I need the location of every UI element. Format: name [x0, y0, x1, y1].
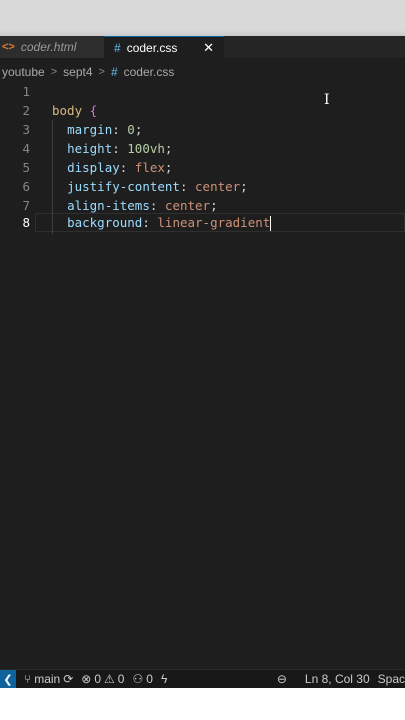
css-property: height — [67, 141, 113, 156]
chevron-right-icon: > — [98, 66, 105, 78]
branch-name: main — [34, 672, 61, 686]
code-line: 6 justify-content: center; — [0, 177, 405, 196]
css-value: linear-gradient — [157, 214, 271, 230]
css-property: display — [67, 160, 120, 175]
css-value: center — [195, 179, 241, 194]
css-value: center — [164, 198, 211, 213]
indentation-indicator[interactable]: Spac — [378, 672, 405, 686]
error-count: 0 — [94, 672, 102, 686]
line-number: 1 — [22, 84, 30, 99]
code-line: 1 — [0, 82, 405, 101]
css-property: align-items — [67, 198, 150, 213]
error-icon: ⊗ — [81, 672, 92, 686]
broadcast-icon: ⚇ — [132, 672, 144, 686]
css-value: 0 — [127, 122, 135, 137]
code-editor[interactable]: 1 2 body { 3 margin: 0; 4 height: 100vh;… — [0, 82, 405, 667]
css-file-icon: # — [114, 40, 121, 55]
chevron-right-icon: > — [50, 66, 58, 78]
line-number: 5 — [22, 160, 30, 175]
code-line: 2 body { — [0, 101, 405, 120]
html-file-icon: <> — [2, 41, 15, 53]
lightning-icon: ϟ — [160, 672, 168, 686]
lightning-item[interactable]: ϟ — [161, 672, 167, 686]
breadcrumb-folder-youtube[interactable]: youtube — [2, 65, 45, 79]
breadcrumb: youtube > sept4 > # coder.css — [0, 62, 405, 82]
tab-label: coder.css — [126, 40, 178, 55]
git-branch-icon: ⑂ — [24, 672, 32, 686]
remote-indicator-icon[interactable]: ❮ — [0, 670, 16, 688]
indentation-label: Spac — [377, 672, 405, 686]
line-number: 2 — [22, 103, 30, 118]
video-frame-top — [0, 0, 405, 36]
tab-coder-html[interactable]: <> coder.html — [0, 36, 104, 58]
line-number: 6 — [22, 179, 30, 194]
css-property: background — [67, 214, 143, 230]
sync-icon[interactable]: ⟳ — [63, 672, 73, 686]
text-caret — [270, 215, 272, 231]
line-number: 8 — [22, 215, 30, 230]
warning-icon: ⚠ — [104, 672, 115, 686]
code-line: 3 margin: 0; — [0, 120, 405, 139]
branch-indicator[interactable]: ⑂ main ⟳ — [24, 672, 73, 686]
tab-bar-empty — [224, 36, 405, 58]
cursor-position-label: Ln 8, Col 30 — [304, 672, 370, 686]
css-property: justify-content — [67, 179, 180, 194]
tab-coder-css[interactable]: # coder.css ✕ — [104, 36, 224, 58]
code-line: 4 height: 100vh; — [0, 139, 405, 158]
open-brace: { — [89, 103, 98, 118]
problems-indicator[interactable]: ⊗ 0 ⚠ 0 — [81, 672, 124, 686]
tab-label: coder.html — [20, 40, 77, 54]
code-line-current: 8 background: linear-gradient — [0, 213, 405, 232]
zoom-indicator[interactable]: ⊖ — [277, 672, 287, 686]
line-number: 7 — [22, 198, 30, 213]
ports-indicator[interactable]: ⚇ 0 — [132, 672, 152, 686]
code-line: 5 display: flex; — [0, 158, 405, 177]
ports-count: 0 — [146, 672, 153, 686]
video-frame-bottom — [0, 688, 405, 720]
css-value: flex — [134, 160, 165, 175]
cursor-position[interactable]: Ln 8, Col 30 — [305, 672, 370, 686]
css-property: margin — [67, 122, 113, 137]
indent-guide — [52, 120, 53, 234]
warning-count: 0 — [117, 672, 125, 686]
css-selector: body — [52, 103, 83, 118]
close-icon[interactable]: ✕ — [203, 40, 214, 56]
breadcrumb-file[interactable]: coder.css — [124, 65, 175, 79]
status-bar: ❮ ⑂ main ⟳ ⊗ 0 ⚠ 0 ⚇ 0 ϟ ⊖ Ln 8, Col 30 … — [0, 669, 405, 688]
css-file-icon: # — [110, 65, 118, 79]
breadcrumb-folder-sept4[interactable]: sept4 — [63, 65, 92, 79]
css-value: 100vh — [127, 141, 165, 156]
line-number: 3 — [22, 122, 30, 137]
editor-tab-bar: <> coder.html # coder.css ✕ — [0, 36, 405, 59]
line-number: 4 — [22, 141, 30, 156]
zoom-icon: ⊖ — [276, 672, 287, 686]
